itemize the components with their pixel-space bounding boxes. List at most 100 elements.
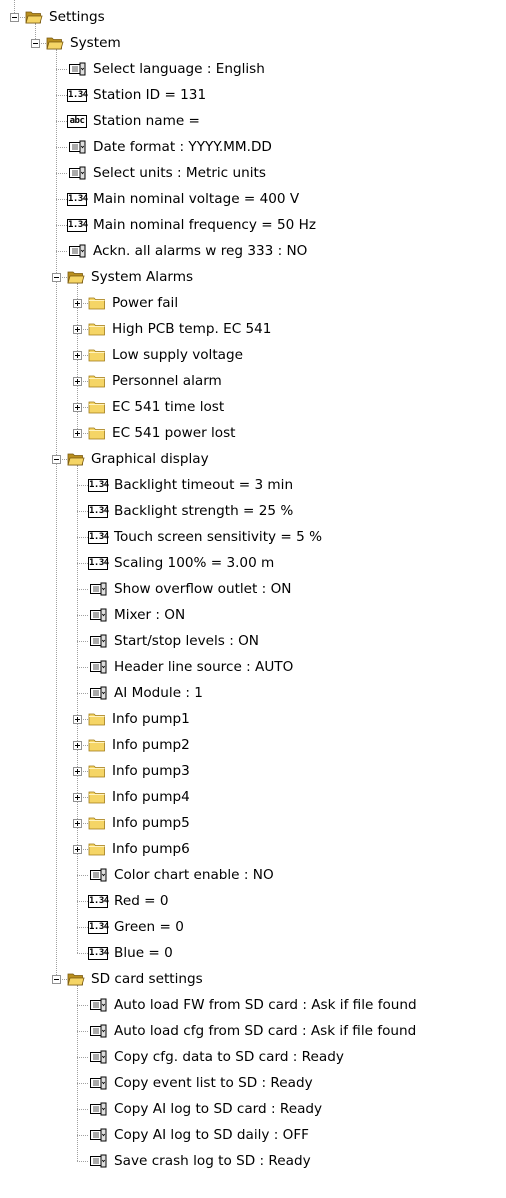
- expand-icon[interactable]: [73, 325, 82, 334]
- tree-folder-node[interactable]: Personnel alarm: [88, 368, 223, 394]
- text-value-icon: abc: [67, 114, 87, 128]
- tree-connector: [77, 1031, 88, 1032]
- tree-setting-item[interactable]: Copy event list to SD : Ready: [88, 1070, 314, 1096]
- tree-setting-item[interactable]: Auto load FW from SD card : Ask if file …: [88, 992, 418, 1018]
- tree-setting-item[interactable]: Save crash log to SD : Ready: [88, 1148, 312, 1174]
- tree-folder-node[interactable]: Info pump4: [88, 784, 191, 810]
- tree-setting-item[interactable]: Copy AI log to SD daily : OFF: [88, 1122, 310, 1148]
- list-select-icon: [88, 1102, 108, 1116]
- tree-connector: [77, 927, 88, 928]
- tree-setting-item[interactable]: Date format : YYYY.MM.DD: [67, 134, 273, 160]
- tree-connector: [56, 69, 67, 70]
- tree-folder-node[interactable]: Settings: [25, 4, 106, 30]
- expand-icon[interactable]: [73, 793, 82, 802]
- expand-icon[interactable]: [73, 429, 82, 438]
- tree-connector: [77, 901, 88, 902]
- list-select-icon: [67, 244, 87, 258]
- tree-folder-node[interactable]: SD card settings: [67, 966, 204, 992]
- tree-folder-node[interactable]: EC 541 time lost: [88, 394, 225, 420]
- tree-connector: [77, 667, 88, 668]
- tree-setting-item[interactable]: 1.34 Green = 0: [88, 914, 185, 940]
- expand-icon[interactable]: [73, 767, 82, 776]
- tree-connector: [77, 1005, 88, 1006]
- tree-setting-item[interactable]: Start/stop levels : ON: [88, 628, 260, 654]
- tree-item-label: Settings: [49, 9, 105, 25]
- tree-connector: [77, 1083, 88, 1084]
- tree-folder-node[interactable]: Info pump5: [88, 810, 191, 836]
- collapse-icon[interactable]: [52, 273, 61, 282]
- expand-icon[interactable]: [73, 715, 82, 724]
- tree-folder-node[interactable]: Info pump3: [88, 758, 191, 784]
- list-select-icon: [67, 166, 87, 180]
- tree-item-label: Select units : Metric units: [93, 165, 266, 181]
- tree-setting-item[interactable]: Color chart enable : NO: [88, 862, 275, 888]
- tree-connector: [77, 641, 88, 642]
- expand-icon[interactable]: [73, 741, 82, 750]
- collapse-icon[interactable]: [52, 975, 61, 984]
- open-folder-icon: [25, 10, 43, 24]
- tree-connector: [77, 953, 88, 954]
- list-select-icon: [88, 1128, 108, 1142]
- tree-folder-node[interactable]: System Alarms: [67, 264, 194, 290]
- tree-item-label: Copy AI log to SD card : Ready: [114, 1101, 323, 1117]
- tree-folder-node[interactable]: Info pump6: [88, 836, 191, 862]
- tree-setting-item[interactable]: 1.34 Touch screen sensitivity = 5 %: [88, 524, 323, 550]
- list-select-icon: [88, 582, 108, 596]
- list-select-icon: [88, 1024, 108, 1038]
- tree-item-label: Low supply voltage: [112, 347, 243, 363]
- expand-icon[interactable]: [73, 351, 82, 360]
- tree-folder-node[interactable]: High PCB temp. EC 541: [88, 316, 272, 342]
- tree-connector: [77, 1109, 88, 1110]
- tree-folder-node[interactable]: Graphical display: [67, 446, 210, 472]
- tree-setting-item[interactable]: 1.34 Main nominal voltage = 400 V: [67, 186, 300, 212]
- expand-icon[interactable]: [73, 403, 82, 412]
- tree-setting-item[interactable]: Copy AI log to SD card : Ready: [88, 1096, 323, 1122]
- tree-connector: [56, 147, 67, 148]
- expand-icon[interactable]: [73, 377, 82, 386]
- tree-setting-item[interactable]: Header line source : AUTO: [88, 654, 294, 680]
- tree-folder-node[interactable]: Power fail: [88, 290, 179, 316]
- tree-setting-item[interactable]: 1.34 Backlight timeout = 3 min: [88, 472, 294, 498]
- tree-setting-item[interactable]: Ackn. all alarms w reg 333 : NO: [67, 238, 308, 264]
- collapse-icon[interactable]: [31, 39, 40, 48]
- tree-folder-node[interactable]: Info pump1: [88, 706, 191, 732]
- expand-icon[interactable]: [73, 845, 82, 854]
- tree-setting-item[interactable]: Select units : Metric units: [67, 160, 267, 186]
- tree-setting-item[interactable]: AI Module : 1: [88, 680, 204, 706]
- tree-setting-item[interactable]: Auto load cfg from SD card : Ask if file…: [88, 1018, 417, 1044]
- open-folder-icon: [67, 972, 85, 986]
- tree-setting-item[interactable]: Mixer : ON: [88, 602, 186, 628]
- tree-setting-item[interactable]: 1.34 Backlight strength = 25 %: [88, 498, 294, 524]
- tree-connector: [77, 875, 88, 876]
- settings-tree[interactable]: Settings System Select language : Englis…: [0, 0, 506, 1198]
- tree-item-label: High PCB temp. EC 541: [112, 321, 272, 337]
- tree-setting-item[interactable]: 1.34 Blue = 0: [88, 940, 174, 966]
- tree-item-label: Ackn. all alarms w reg 333 : NO: [93, 243, 308, 259]
- tree-folder-node[interactable]: System: [46, 30, 122, 56]
- tree-setting-item[interactable]: Select language : English: [67, 56, 266, 82]
- folder-icon: [88, 426, 106, 440]
- tree-setting-item[interactable]: 1.34 Station ID = 131: [67, 82, 207, 108]
- list-select-icon: [88, 634, 108, 648]
- tree-setting-item[interactable]: 1.34 Main nominal frequency = 50 Hz: [67, 212, 317, 238]
- tree-item-label: Touch screen sensitivity = 5 %: [114, 529, 322, 545]
- tree-setting-item[interactable]: 1.34 Scaling 100% = 3.00 m: [88, 550, 275, 576]
- open-folder-icon: [67, 452, 85, 466]
- tree-setting-item[interactable]: Copy cfg. data to SD card : Ready: [88, 1044, 345, 1070]
- tree-guide-line: [77, 465, 78, 953]
- expand-icon[interactable]: [73, 819, 82, 828]
- expand-icon[interactable]: [73, 299, 82, 308]
- list-select-icon: [88, 998, 108, 1012]
- tree-item-label: Personnel alarm: [112, 373, 222, 389]
- tree-setting-item[interactable]: abc Station name =: [67, 108, 201, 134]
- folder-icon: [88, 790, 106, 804]
- tree-item-label: Date format : YYYY.MM.DD: [93, 139, 272, 155]
- tree-folder-node[interactable]: Low supply voltage: [88, 342, 244, 368]
- tree-folder-node[interactable]: Info pump2: [88, 732, 191, 758]
- tree-setting-item[interactable]: 1.34 Red = 0: [88, 888, 170, 914]
- tree-item-label: Red = 0: [114, 893, 169, 909]
- collapse-icon[interactable]: [52, 455, 61, 464]
- tree-setting-item[interactable]: Show overflow outlet : ON: [88, 576, 292, 602]
- collapse-icon[interactable]: [10, 13, 19, 22]
- tree-folder-node[interactable]: EC 541 power lost: [88, 420, 237, 446]
